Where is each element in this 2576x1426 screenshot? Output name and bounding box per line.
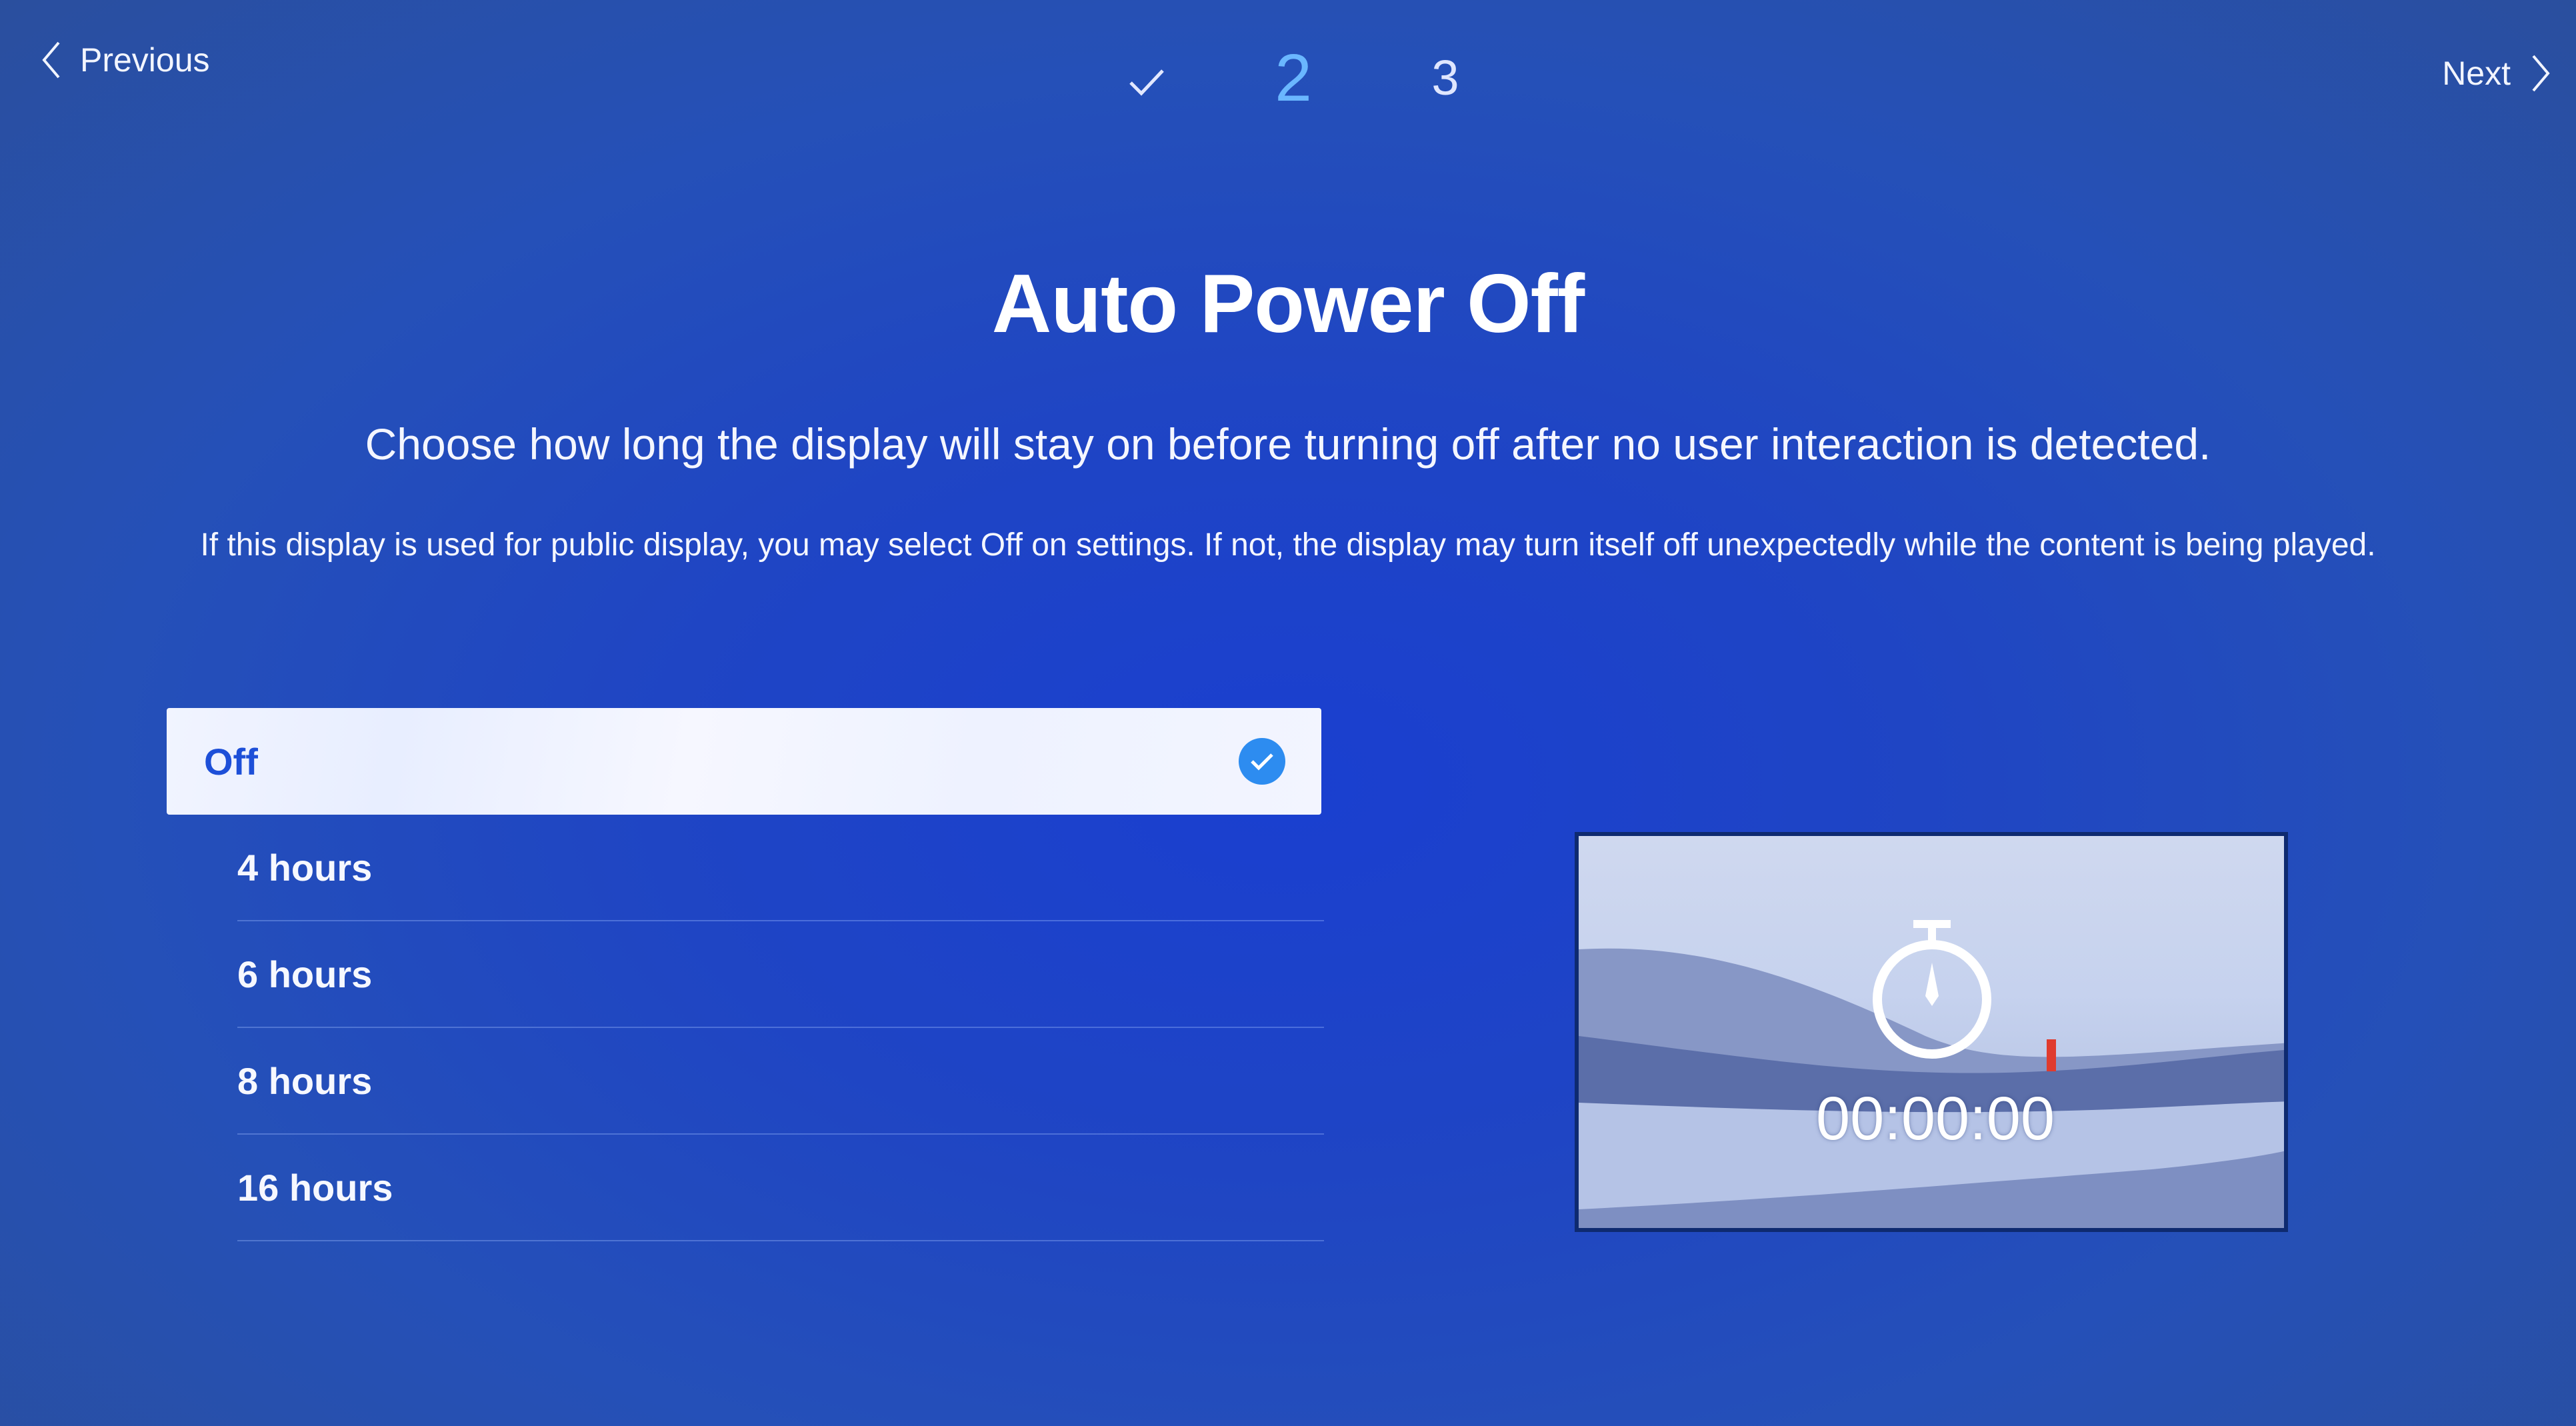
page-subtitle: Choose how long the display will stay on… <box>365 419 2211 469</box>
preview-illustration: 00:00:00 <box>1575 832 2288 1232</box>
option-label: 8 hours <box>237 1059 373 1102</box>
step-3-upcoming: 3 <box>1431 50 1459 105</box>
previous-button[interactable]: Previous <box>41 40 210 80</box>
page-title: Auto Power Off <box>991 258 1585 350</box>
timer-readout: 00:00:00 <box>1815 1085 2055 1153</box>
top-navigation-bar: Previous 2 3 Next <box>0 0 2576 133</box>
previous-label: Previous <box>80 41 210 79</box>
option-6-hours[interactable]: 6 hours <box>237 921 1324 1028</box>
stopwatch-icon <box>1873 920 1991 1059</box>
step-indicator: 2 3 <box>1107 40 1507 115</box>
chevron-left-icon <box>42 41 60 79</box>
page-note: If this display is used for public displ… <box>200 527 2376 563</box>
step-2-current: 2 <box>1275 41 1312 115</box>
next-label: Next <box>2442 55 2511 92</box>
auto-power-off-options: Off 4 hours 6 hours 8 hours 16 hours <box>167 708 1324 1241</box>
selected-check-icon <box>1239 738 1285 785</box>
step-1-completed <box>1107 53 1187 110</box>
option-off[interactable]: Off <box>167 708 1321 815</box>
option-label: 6 hours <box>237 953 373 995</box>
option-8-hours[interactable]: 8 hours <box>237 1028 1324 1135</box>
chevron-right-icon <box>2532 55 2550 92</box>
option-label: Off <box>204 740 258 783</box>
next-button[interactable]: Next <box>2442 53 2551 93</box>
option-16-hours[interactable]: 16 hours <box>237 1135 1324 1241</box>
option-4-hours[interactable]: 4 hours <box>237 815 1324 921</box>
checkmark-icon <box>1129 69 1164 96</box>
option-label: 16 hours <box>237 1166 393 1209</box>
option-label: 4 hours <box>237 846 373 889</box>
